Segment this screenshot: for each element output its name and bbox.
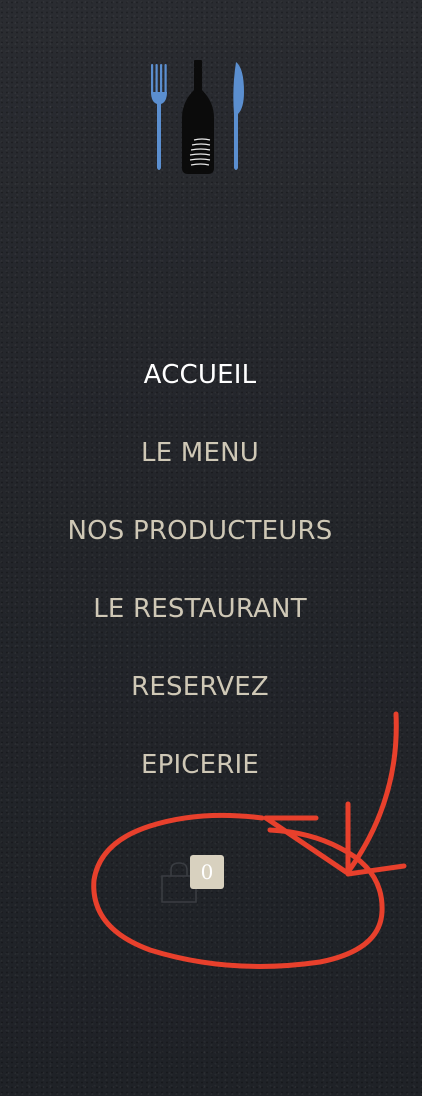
nav-item-epicerie: EPICERIE [0, 726, 400, 804]
main-navigation: ACCUEIL LE MENU NOS PRODUCTEURS LE RESTA… [0, 336, 400, 804]
cart-count-badge: 0 [190, 855, 224, 889]
annotation-circle [91, 812, 385, 969]
nav-item-le-restaurant: LE RESTAURANT [0, 570, 400, 648]
nav-item-accueil: ACCUEIL [0, 336, 400, 414]
mobile-menu-panel: ACCUEIL LE MENU NOS PRODUCTEURS LE RESTA… [0, 0, 422, 1096]
nav-link-le-menu[interactable]: LE MENU [141, 438, 259, 468]
nav-link-accueil[interactable]: ACCUEIL [144, 360, 257, 390]
nav-link-epicerie[interactable]: EPICERIE [141, 750, 259, 780]
nav-item-le-menu: LE MENU [0, 414, 400, 492]
fork-bottle-knife-logo-icon [151, 60, 244, 174]
cart-button[interactable]: 0 [152, 852, 232, 908]
nav-link-nos-producteurs[interactable]: NOS PRODUCTEURS [67, 516, 332, 546]
site-logo[interactable] [148, 58, 248, 178]
nav-link-le-restaurant[interactable]: LE RESTAURANT [93, 594, 307, 624]
nav-item-nos-producteurs: NOS PRODUCTEURS [0, 492, 400, 570]
nav-link-reservez[interactable]: RESERVEZ [131, 672, 269, 702]
nav-item-reservez: RESERVEZ [0, 648, 400, 726]
annotation-arrow-head-right [345, 863, 407, 877]
annotation-arrow-head-diag [263, 815, 349, 875]
